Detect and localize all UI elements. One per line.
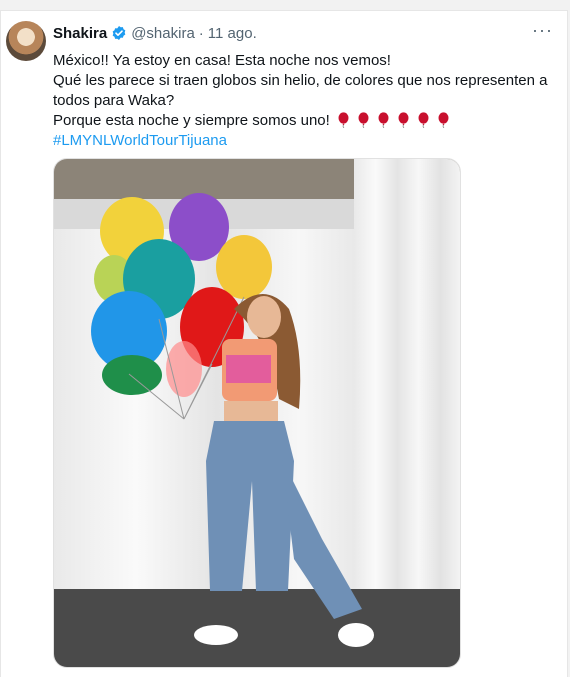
hashtag-link[interactable]: #LMYNLWorldTourTijuana xyxy=(53,131,558,151)
red-balloon-emoji xyxy=(337,112,350,129)
user-handle[interactable]: @shakira xyxy=(131,25,195,42)
tweet-line-2: Qué les parece si traen globos sin helio… xyxy=(53,72,548,109)
tweet-header: Shakira @shakira · 11 ago. xyxy=(53,23,257,43)
more-dots-icon[interactable]: ··· xyxy=(532,21,553,39)
tweet-line-3-wrapper: Porque esta noche y siempre somos uno! xyxy=(53,111,558,131)
tweet-line-3: Porque esta noche y siempre somos uno! xyxy=(53,112,330,129)
tweet-card[interactable]: Shakira @shakira · 11 ago. ··· México!! … xyxy=(0,10,568,677)
tweet-photo[interactable] xyxy=(53,158,461,668)
red-balloon-emoji xyxy=(377,112,390,129)
avatar[interactable] xyxy=(6,21,46,61)
display-name[interactable]: Shakira xyxy=(53,25,107,42)
red-balloon-emoji xyxy=(397,112,410,129)
timestamp[interactable]: 11 ago. xyxy=(208,25,257,42)
red-balloon-emoji xyxy=(357,112,370,129)
red-balloon-emoji xyxy=(437,112,450,129)
emoji-row xyxy=(330,112,450,129)
photo-illustration xyxy=(54,159,460,667)
tweet-text: México!! Ya estoy en casa! Esta noche no… xyxy=(53,51,558,151)
verified-badge-icon xyxy=(111,25,127,41)
red-balloon-emoji xyxy=(417,112,430,129)
separator-dot: · xyxy=(198,24,204,42)
tweet-line-1: México!! Ya estoy en casa! Esta noche no… xyxy=(53,52,391,69)
